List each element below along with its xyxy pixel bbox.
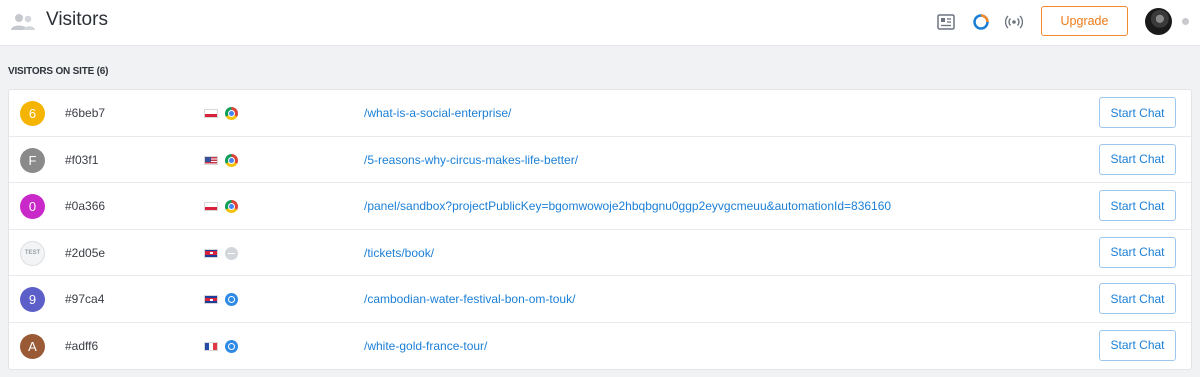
safari-browser-icon bbox=[225, 339, 238, 353]
status-indicator bbox=[1182, 18, 1189, 25]
chrome-browser-icon bbox=[225, 200, 238, 213]
profile-avatar[interactable] bbox=[1145, 8, 1172, 35]
visitor-id: #2d05e bbox=[65, 245, 106, 260]
visitor-row: 0 #0a366/panel/sandbox?projectPublicKey=b… bbox=[9, 183, 1191, 230]
visitor-row: 6 #6beb7/what-is-a-social-enterprise/Star… bbox=[9, 90, 1191, 137]
current-page-link[interactable]: /white-gold-france-tour/ bbox=[364, 339, 487, 353]
top-bar: Visitors Upgrade bbox=[0, 0, 1200, 46]
country-flag-icon bbox=[204, 295, 218, 304]
unknown-browser-icon bbox=[225, 246, 238, 260]
visitor-id: #0a366 bbox=[65, 199, 106, 213]
country-flag-icon bbox=[204, 341, 218, 351]
visitor-id: #97ca4 bbox=[65, 292, 105, 306]
newspaper-icon[interactable] bbox=[935, 11, 957, 33]
visitor-avatar: A bbox=[20, 333, 45, 359]
current-page-link[interactable]: /cambodian-water-festival-bon-om-touk/ bbox=[364, 292, 575, 306]
page-title: Visitors bbox=[46, 9, 108, 30]
start-chat-button[interactable]: Start Chat bbox=[1099, 283, 1176, 314]
visitor-row: TEST #2d05e/tickets/book/Start Chat bbox=[9, 230, 1191, 276]
broadcast-icon[interactable] bbox=[1003, 11, 1025, 33]
visitor-row: F #f03f1/5-reasons-why-circus-makes-life-… bbox=[9, 137, 1191, 183]
loading-ring-icon[interactable] bbox=[970, 11, 992, 33]
start-chat-button[interactable]: Start Chat bbox=[1099, 97, 1176, 128]
current-page-link[interactable]: /what-is-a-social-enterprise/ bbox=[364, 106, 511, 120]
visitor-avatar: 9 bbox=[20, 287, 45, 312]
country-flag-icon bbox=[204, 109, 218, 118]
country-flag-icon bbox=[204, 155, 218, 165]
country-flag-icon bbox=[204, 248, 218, 258]
visitor-row: 9 #97ca4/cambodian-water-festival-bon-om-… bbox=[9, 276, 1191, 323]
people-icon bbox=[10, 13, 36, 31]
visitor-avatar: TEST bbox=[20, 240, 45, 266]
start-chat-button[interactable]: Start Chat bbox=[1099, 236, 1176, 268]
chrome-browser-icon bbox=[225, 107, 238, 120]
current-page-link[interactable]: /panel/sandbox?projectPublicKey=bgomwowo… bbox=[364, 199, 891, 213]
visitor-avatar: F bbox=[20, 147, 45, 173]
visitor-id: #f03f1 bbox=[65, 152, 99, 167]
visitor-id: #6beb7 bbox=[65, 106, 106, 120]
start-chat-button[interactable]: Start Chat bbox=[1099, 143, 1176, 175]
start-chat-button[interactable]: Start Chat bbox=[1099, 329, 1176, 361]
current-page-link[interactable]: /5-reasons-why-circus-makes-life-better/ bbox=[364, 153, 578, 167]
start-chat-button[interactable]: Start Chat bbox=[1099, 190, 1176, 221]
visitor-row: A #adff6/white-gold-france-tour/Start Cha… bbox=[9, 323, 1191, 370]
current-page-link[interactable]: /tickets/book/ bbox=[364, 246, 434, 260]
country-flag-icon bbox=[204, 202, 218, 211]
visitor-list: 6 #6beb7/what-is-a-social-enterprise/Star… bbox=[8, 89, 1192, 370]
visitor-id: #adff6 bbox=[65, 338, 99, 353]
chrome-browser-icon bbox=[225, 153, 238, 167]
visitor-avatar: 6 bbox=[20, 101, 45, 126]
section-title: VISITORS ON SITE (6) bbox=[8, 66, 109, 77]
visitor-avatar: 0 bbox=[20, 194, 45, 219]
safari-browser-icon bbox=[225, 293, 238, 306]
upgrade-button[interactable]: Upgrade bbox=[1041, 6, 1128, 36]
